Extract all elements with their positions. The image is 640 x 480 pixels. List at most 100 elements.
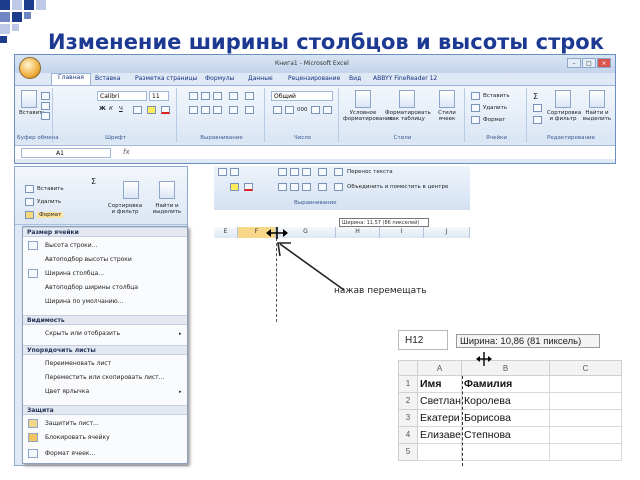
wrap-text-icon[interactable]	[245, 92, 254, 100]
tab-data[interactable]: Данные	[248, 75, 273, 82]
align-icon[interactable]	[302, 168, 311, 176]
delete-cells-icon[interactable]	[471, 104, 480, 112]
cell-c5[interactable]	[550, 444, 622, 461]
align-top-icon[interactable]	[189, 92, 198, 100]
insert-cells-label[interactable]: Вставить	[483, 93, 510, 99]
menu-tab-color[interactable]: Цвет ярлычка	[45, 388, 89, 395]
tab-page-layout[interactable]: Разметка страницы	[135, 75, 197, 82]
format-cells-icon[interactable]	[471, 116, 480, 124]
menu-column-width[interactable]: Ширина столбца...	[45, 270, 104, 277]
cell-b3[interactable]: Борисова	[462, 410, 550, 427]
cell-c3[interactable]	[550, 410, 622, 427]
format-icon[interactable]	[25, 211, 34, 219]
menu-hide-show[interactable]: Скрыть или отобразить	[45, 330, 120, 337]
corner-cell[interactable]	[398, 360, 418, 376]
font-name-select[interactable]: Calibri	[97, 91, 147, 101]
cell-a3[interactable]: Екатери	[418, 410, 462, 427]
cut-icon[interactable]	[41, 92, 50, 100]
row-header[interactable]: 2	[398, 393, 418, 410]
column-header[interactable]: J	[424, 227, 470, 238]
tab-home[interactable]: Главная	[51, 73, 91, 85]
row-header[interactable]: 5	[398, 444, 418, 461]
cell-b2[interactable]: Королева	[462, 393, 550, 410]
cell-a1[interactable]: Имя	[418, 376, 462, 393]
copy-icon[interactable]	[41, 102, 50, 110]
wrap-text-icon[interactable]	[334, 168, 343, 176]
format-table-icon[interactable]	[399, 90, 415, 108]
align-right-icon[interactable]	[302, 183, 311, 191]
fx-icon[interactable]: fx	[123, 148, 130, 156]
increase-decimal-icon[interactable]	[311, 106, 320, 114]
find-select-icon[interactable]	[589, 90, 605, 108]
column-header[interactable]: E	[214, 227, 238, 238]
column-header-a[interactable]: A	[418, 360, 462, 376]
insert-icon[interactable]	[25, 185, 34, 193]
align-center-icon[interactable]	[290, 183, 299, 191]
fill-icon[interactable]	[533, 104, 542, 112]
tab-abbyy[interactable]: ABBYY FineReader 12	[373, 75, 437, 82]
align-right-icon[interactable]	[213, 106, 222, 114]
format-cells-label[interactable]: Формат	[483, 117, 505, 123]
ribbon-insert-label[interactable]: Вставить	[37, 186, 64, 192]
font-color-icon[interactable]	[161, 106, 170, 114]
italic-icon[interactable]: К	[109, 106, 113, 112]
align-left-icon[interactable]	[278, 183, 287, 191]
currency-icon[interactable]	[273, 106, 282, 114]
wrap-text-label[interactable]: Перенос текста	[347, 169, 393, 175]
number-format-select[interactable]: Общий	[271, 91, 333, 101]
merge-icon[interactable]	[245, 106, 254, 114]
align-icon[interactable]	[290, 168, 299, 176]
maximize-button[interactable]: □	[582, 58, 596, 68]
borders-icon[interactable]	[133, 106, 142, 114]
close-button[interactable]: ×	[597, 58, 611, 68]
fill-color-icon[interactable]	[147, 106, 156, 114]
orientation-icon[interactable]	[229, 92, 238, 100]
menu-lock-cell[interactable]: Блокировать ячейку	[45, 434, 110, 441]
cell-c1[interactable]	[550, 376, 622, 393]
ribbon-format-label[interactable]: Формат	[37, 212, 64, 218]
menu-autofit-row[interactable]: Автоподбор высоты строки	[45, 256, 132, 263]
ribbon-delete-label[interactable]: Удалить	[37, 199, 61, 205]
menu-move-copy-sheet[interactable]: Переместить или скопировать лист...	[45, 374, 164, 381]
cell-styles-icon[interactable]	[439, 90, 455, 108]
cell-b5[interactable]	[462, 444, 550, 461]
font-size-select[interactable]: 11	[149, 91, 169, 101]
align-icon[interactable]	[218, 168, 227, 176]
underline-icon[interactable]: Ч	[119, 106, 123, 112]
merge-icon[interactable]	[334, 183, 343, 191]
delete-cells-label[interactable]: Удалить	[483, 105, 507, 111]
find-icon[interactable]	[159, 181, 175, 199]
cell-b4[interactable]: Степнова	[462, 427, 550, 444]
align-left-icon[interactable]	[189, 106, 198, 114]
percent-icon[interactable]	[285, 106, 294, 114]
row-header[interactable]: 3	[398, 410, 418, 427]
sort-filter-icon[interactable]	[555, 90, 571, 108]
menu-row-height[interactable]: Высота строки...	[45, 242, 97, 249]
indent-icon[interactable]	[229, 106, 238, 114]
tab-insert[interactable]: Вставка	[95, 75, 120, 82]
sheet-name-box[interactable]: H12	[398, 330, 448, 350]
office-button[interactable]	[19, 57, 41, 79]
align-center-icon[interactable]	[201, 106, 210, 114]
menu-rename-sheet[interactable]: Переименовать лист	[45, 360, 111, 367]
align-middle-icon[interactable]	[201, 92, 210, 100]
row-header[interactable]: 4	[398, 427, 418, 444]
menu-autofit-column[interactable]: Автоподбор ширины столбца	[45, 284, 138, 291]
sort-icon[interactable]	[123, 181, 139, 199]
cell-c4[interactable]	[550, 427, 622, 444]
align-icon[interactable]	[230, 168, 239, 176]
thousands-icon[interactable]: 000	[297, 107, 308, 113]
menu-default-width[interactable]: Ширина по умолчанию...	[45, 298, 123, 305]
cell-a4[interactable]: Елизаве	[418, 427, 462, 444]
align-icon[interactable]	[278, 168, 287, 176]
cell-a5[interactable]	[418, 444, 462, 461]
conditional-format-icon[interactable]	[355, 90, 371, 108]
tab-formulas[interactable]: Формулы	[205, 75, 234, 82]
name-box[interactable]: A1	[21, 148, 111, 158]
cell-b1[interactable]: Фамилия	[462, 376, 550, 393]
merge-center-label[interactable]: Объединить и поместить в центре	[347, 184, 448, 190]
orientation-icon[interactable]	[318, 168, 327, 176]
autosum-icon[interactable]: Σ	[533, 92, 538, 101]
format-painter-icon[interactable]	[41, 112, 50, 120]
cell-a2[interactable]: Светлан	[418, 393, 462, 410]
